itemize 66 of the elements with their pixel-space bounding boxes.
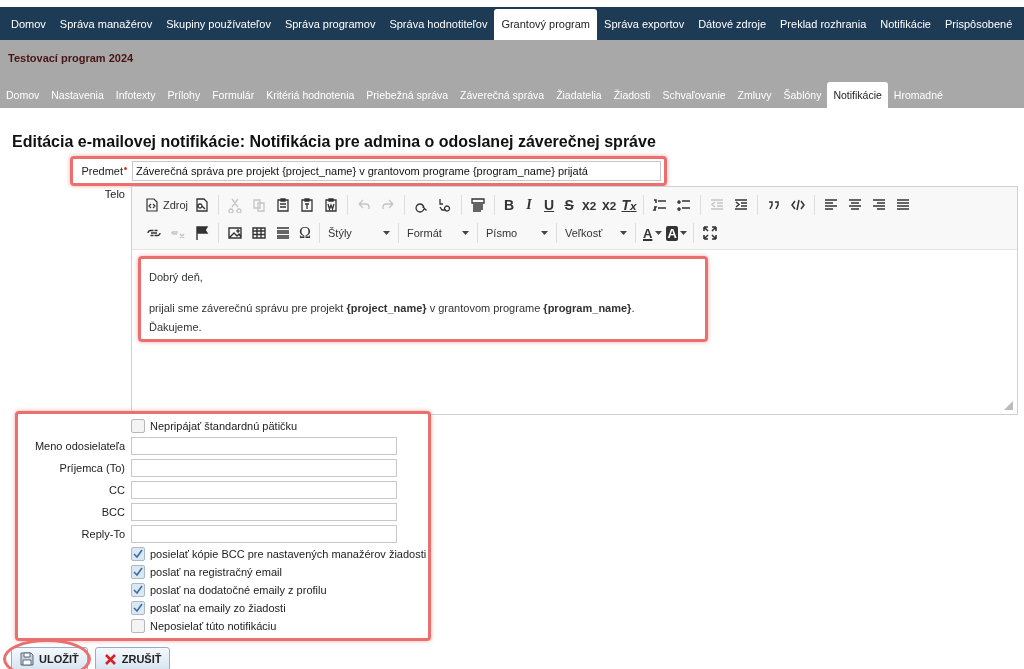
caret-icon xyxy=(541,231,548,235)
program-tab[interactable]: Notifikácie xyxy=(827,82,888,108)
checkbox[interactable] xyxy=(131,601,145,615)
input-field[interactable] xyxy=(131,437,397,455)
field-label: CC xyxy=(108,484,125,496)
field-label: BCC xyxy=(100,506,125,518)
input-field[interactable] xyxy=(131,481,397,499)
nav-tab[interactable]: Správa hodnotiteľov xyxy=(382,10,495,38)
checkbox[interactable] xyxy=(131,619,145,633)
page-heading: Editácia e-mailovej notifikácie: Notifikácia pre admina o odoslanej záverečnej správe xyxy=(12,132,657,152)
caret-icon xyxy=(655,231,663,235)
format-dropdown[interactable]: Písmo xyxy=(482,222,552,244)
nav-tab[interactable]: Správa manažérov xyxy=(52,10,160,38)
field-label: Meno odosielateľa xyxy=(33,440,125,452)
nav-tab[interactable]: Domov xyxy=(4,10,53,38)
resize-handle-icon[interactable] xyxy=(1004,401,1013,410)
nav-tab[interactable]: Správa exportov xyxy=(597,10,692,38)
nav-tab[interactable]: Prispôsobené xyxy=(938,10,1020,38)
format-dropdown[interactable]: Formát xyxy=(403,222,473,244)
caret-icon xyxy=(679,231,687,235)
checkbox-label: poslať na registračný email xyxy=(150,566,282,578)
color-button[interactable]: A xyxy=(664,222,689,244)
program-title: Testovací program 2024 xyxy=(8,52,134,64)
format-dropdown[interactable]: Štýly xyxy=(324,222,394,244)
format-dropdown[interactable]: Veľkosť xyxy=(561,222,631,244)
input-field[interactable] xyxy=(131,525,397,543)
checkbox[interactable] xyxy=(131,583,145,597)
special-character-button[interactable]: Ω xyxy=(295,222,315,244)
checkbox[interactable] xyxy=(131,565,145,579)
checkbox[interactable] xyxy=(131,547,145,561)
body-text: Ďakujeme. xyxy=(149,320,203,335)
caret-icon xyxy=(620,231,627,235)
caret-icon xyxy=(462,231,469,235)
nav-tab[interactable]: Skupiny používateľov xyxy=(159,10,278,38)
body-text: Dobrý deň, xyxy=(149,270,204,285)
format-button[interactable]: I xyxy=(519,194,540,216)
nav-tab[interactable]: Grantový program xyxy=(494,9,598,40)
caret-icon xyxy=(383,231,390,235)
field-label: Príjemca (To) xyxy=(58,462,125,474)
x-icon xyxy=(103,652,117,666)
body-text: prijali sme záverečnú správu pre projekt {project_name} v grantovom programe {program_name}. xyxy=(149,301,636,316)
required-icon xyxy=(124,166,127,170)
color-button[interactable]: A xyxy=(640,222,665,244)
format-button[interactable]: U xyxy=(539,194,560,216)
nav-tab[interactable]: Notifikácie xyxy=(873,10,938,38)
subject-field[interactable]: Záverečná správa pre projekt {project_name} v grantovom programe {program_name} prijatá xyxy=(132,161,661,181)
format-button[interactable]: S xyxy=(559,194,580,216)
source-code-icon xyxy=(144,197,160,213)
nav-tab[interactable]: Dátové zdroje xyxy=(691,10,774,38)
checkbox-label: poslať na emaily zo žiadosti xyxy=(150,602,286,614)
checkbox[interactable] xyxy=(131,419,145,433)
checkbox-label: posielať kópie BCC pre nastavených manažérov žiadosti xyxy=(150,548,427,560)
cancel-button[interactable]: ZRUŠIŤ xyxy=(94,647,171,669)
field-label: Predmet xyxy=(80,165,123,177)
nav-tab[interactable]: Preklad rozhrania xyxy=(773,10,874,38)
source-button[interactable]: Zdroj xyxy=(142,194,191,216)
format-button[interactable]: B xyxy=(499,194,520,216)
checkbox-label: Nepripájať štandardnú pätičku xyxy=(150,420,298,432)
nav-tab[interactable]: Správa programov xyxy=(277,10,383,38)
field-label: Telo xyxy=(103,187,125,202)
input-field[interactable] xyxy=(131,503,397,521)
input-field[interactable] xyxy=(131,459,397,477)
save-button[interactable]: ULOŽIŤ xyxy=(11,647,88,669)
field-label: Reply-To xyxy=(80,528,125,540)
checkbox-label: poslať na dodatočné emaily z profilu xyxy=(150,584,327,596)
checkbox-label: Neposielať túto notifikáciu xyxy=(150,620,277,632)
